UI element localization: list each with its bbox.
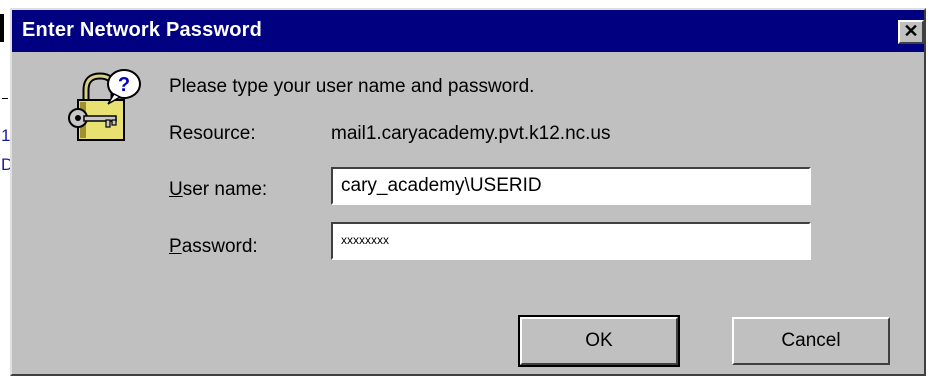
username-field[interactable] xyxy=(331,167,811,205)
resource-value: mail1.caryacademy.pvt.k12.nc.us xyxy=(331,123,611,144)
cancel-button[interactable]: Cancel xyxy=(732,317,890,365)
password-label: Password: xyxy=(169,236,258,258)
key-lock-question-icon: ? xyxy=(68,69,141,141)
network-password-dialog: Enter Network Password ✕ ? Please type y… xyxy=(10,8,926,376)
password-label-rest: assword: xyxy=(181,236,258,257)
title-bar[interactable]: Enter Network Password ✕ xyxy=(12,10,924,52)
close-icon: ✕ xyxy=(903,21,919,41)
username-label: User name: xyxy=(169,179,267,201)
background-bar xyxy=(0,14,4,42)
dialog-title: Enter Network Password xyxy=(22,19,263,41)
resource-label: Resource: xyxy=(169,123,256,144)
background-tick xyxy=(2,98,8,99)
password-label-mnemonic: P xyxy=(169,236,182,257)
username-label-rest: ser name: xyxy=(182,179,268,200)
ok-button[interactable]: OK xyxy=(518,315,680,367)
close-button[interactable]: ✕ xyxy=(898,20,924,44)
password-field[interactable] xyxy=(331,222,811,260)
username-label-mnemonic: U xyxy=(169,179,183,200)
svg-text:?: ? xyxy=(118,74,130,96)
prompt-text: Please type your user name and password. xyxy=(169,76,535,97)
